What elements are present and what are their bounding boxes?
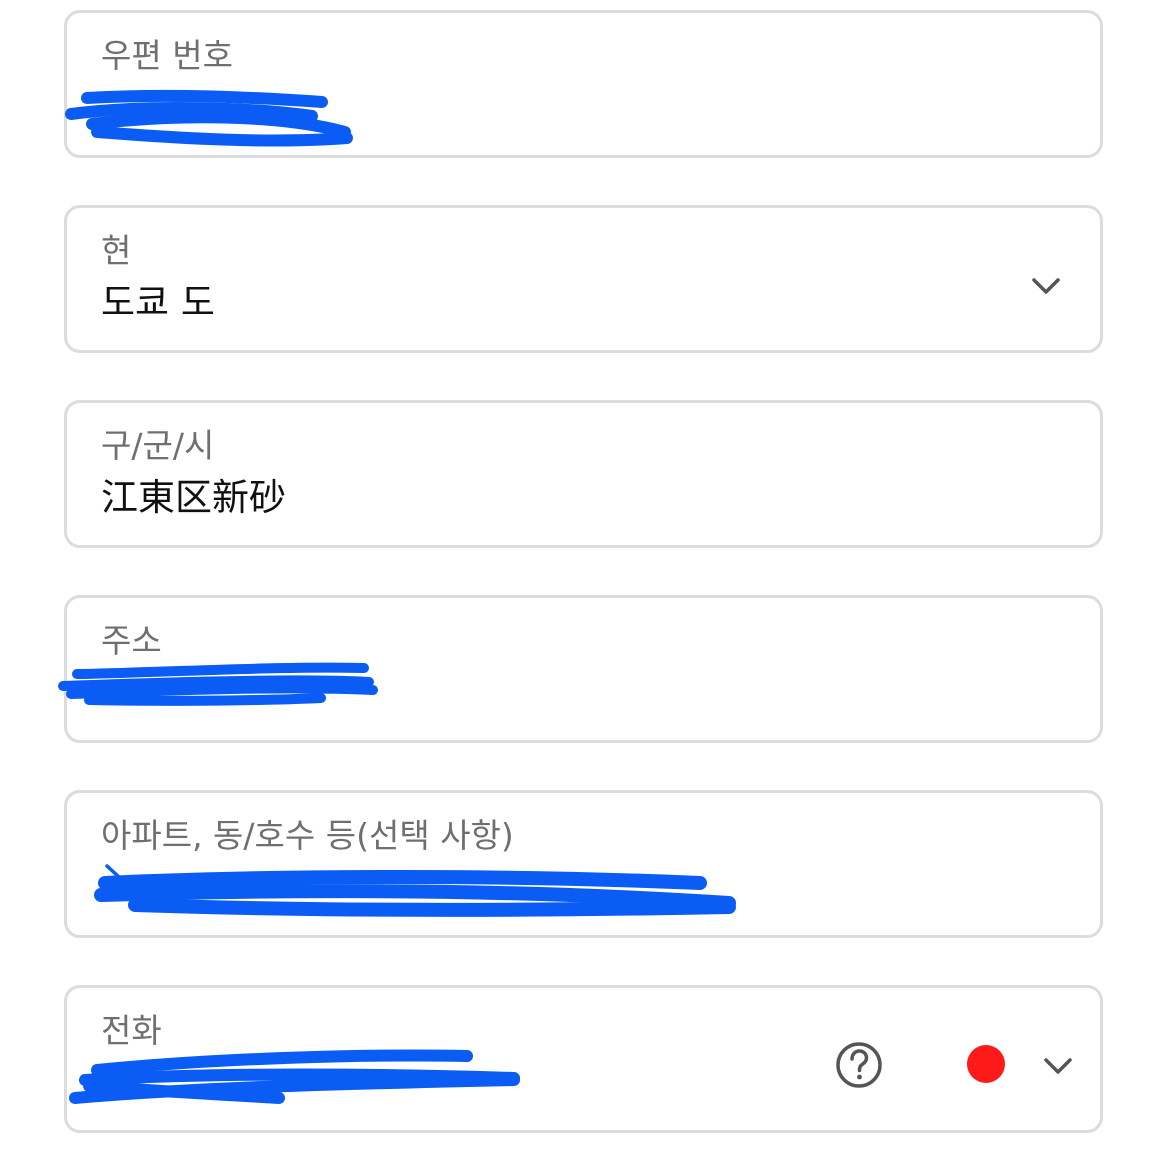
apartment-redacted-value bbox=[94, 864, 736, 917]
prefecture-value: 도쿄 도 bbox=[101, 281, 215, 324]
phone-label: 전화 bbox=[101, 1011, 162, 1050]
country-flag-icon[interactable] bbox=[967, 1045, 1005, 1083]
postal-code-label: 우편 번호 bbox=[101, 36, 233, 75]
chevron-down-icon[interactable] bbox=[1043, 1057, 1073, 1077]
postal-code-field[interactable]: 우편 번호 bbox=[64, 10, 1103, 158]
chevron-down-icon[interactable] bbox=[1031, 277, 1061, 297]
address-redacted-value bbox=[58, 662, 378, 706]
city-value: 江東区新砂 bbox=[101, 476, 286, 519]
phone-field[interactable]: 전화 bbox=[64, 985, 1103, 1133]
postal-code-redacted-value bbox=[65, 89, 353, 147]
city-field[interactable]: 구/군/시 江東区新砂 bbox=[64, 400, 1103, 548]
apartment-label: 아파트, 동/호수 등(선택 사항) bbox=[101, 816, 514, 855]
address-field[interactable]: 주소 bbox=[58, 595, 1103, 743]
address-label: 주소 bbox=[101, 621, 162, 660]
help-circle-icon[interactable] bbox=[834, 1040, 884, 1090]
phone-redacted-value bbox=[69, 1049, 520, 1104]
prefecture-label: 현 bbox=[101, 231, 132, 270]
prefecture-select[interactable]: 현 도쿄 도 bbox=[64, 205, 1103, 353]
city-label: 구/군/시 bbox=[101, 426, 215, 465]
apartment-field[interactable]: 아파트, 동/호수 등(선택 사항) bbox=[64, 790, 1103, 938]
